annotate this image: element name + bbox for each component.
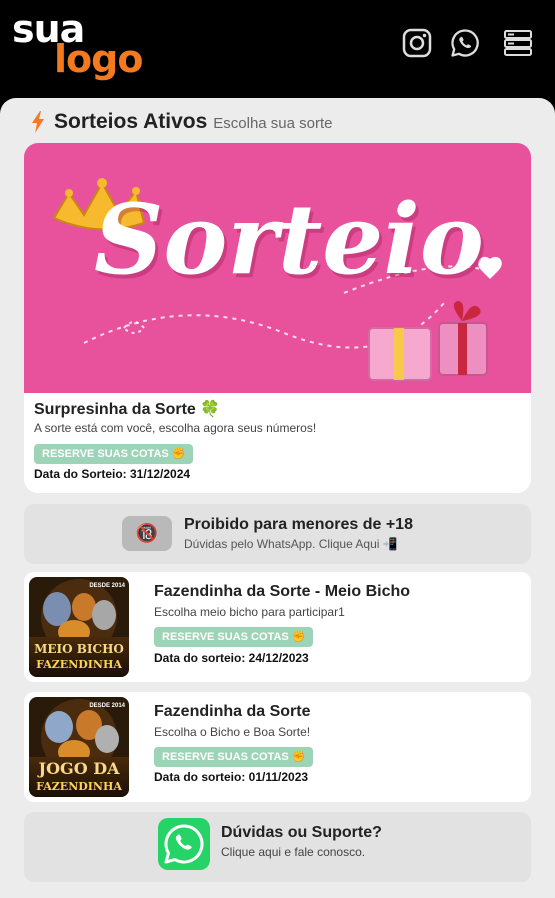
section-header: Sorteios Ativos Escolha sua sorte bbox=[30, 110, 333, 134]
featured-raffle-card[interactable]: Sorteio Surpresinha da Sorte 🍀 A sorte e… bbox=[24, 143, 531, 493]
lightning-icon bbox=[32, 111, 44, 133]
reserve-badge[interactable]: RESERVE SUAS COTAS ✊ bbox=[154, 747, 314, 767]
support-card[interactable]: Dúvidas ou Suporte? Clique aqui e fale c… bbox=[24, 812, 531, 882]
raffle-description: Escolha meio bicho para participar1 bbox=[154, 605, 345, 619]
support-subtitle: Clique aqui e fale conosco. bbox=[221, 845, 366, 859]
top-header: sua logo bbox=[0, 0, 555, 98]
support-title: Dúvidas ou Suporte? bbox=[221, 824, 382, 841]
raffle-date: Data do sorteio: 01/11/2023 bbox=[154, 770, 309, 784]
thumbnail-line-1: JOGO DA bbox=[38, 759, 120, 778]
reserve-badge[interactable]: RESERVE SUAS COTAS ✊ bbox=[154, 627, 314, 647]
featured-description: A sorte está com você, escolha agora seu… bbox=[34, 421, 317, 435]
raffle-thumbnail: DESDE 2014 MEIO BICHO FAZENDINHA bbox=[29, 577, 129, 677]
thumbnail-tag: DESDE 2014 bbox=[89, 583, 125, 589]
whatsapp-icon[interactable] bbox=[450, 28, 480, 58]
no-under-18-icon: 🔞 bbox=[122, 516, 172, 551]
thumbnail-line-2: FAZENDINHA bbox=[36, 658, 122, 671]
banner-title: Sorteio bbox=[94, 183, 484, 296]
age-restriction-notice[interactable]: 🔞 Proibido para menores de +18 Dúvidas p… bbox=[24, 504, 531, 564]
reserve-badge[interactable]: RESERVE SUAS COTAS ✊ bbox=[34, 444, 194, 464]
raffle-title: Fazendinha da Sorte bbox=[154, 703, 311, 720]
thumbnail-tag: DESDE 2014 bbox=[89, 703, 125, 709]
site-logo[interactable]: sua logo bbox=[12, 10, 143, 81]
featured-banner: Sorteio bbox=[24, 143, 531, 393]
whatsapp-icon bbox=[158, 818, 210, 870]
raffle-description: Escolha o Bicho e Boa Sorte! bbox=[154, 725, 311, 739]
notice-subtitle: Dúvidas pelo WhatsApp. Clique Aqui 📲 bbox=[184, 537, 398, 551]
featured-date: Data do Sorteio: 31/12/2024 bbox=[34, 467, 191, 481]
instagram-icon[interactable] bbox=[402, 28, 432, 58]
logo-line-2: logo bbox=[54, 37, 143, 81]
raffle-title: Fazendinha da Sorte - Meio Bicho bbox=[154, 583, 411, 600]
section-subtitle: Escolha sua sorte bbox=[213, 115, 333, 132]
menu-icon[interactable] bbox=[503, 28, 533, 58]
notice-title: Proibido para menores de +18 bbox=[184, 516, 413, 533]
raffle-item[interactable]: DESDE 2014 MEIO BICHO FAZENDINHA Fazendi… bbox=[24, 572, 531, 682]
thumbnail-line-1: MEIO BICHO bbox=[34, 642, 124, 656]
thumbnail-line-2: FAZENDINHA bbox=[36, 780, 122, 793]
raffle-thumbnail: DESDE 2014 JOGO DA FAZENDINHA bbox=[29, 697, 129, 797]
section-title: Sorteios Ativos bbox=[54, 110, 208, 133]
main-content: Sorteios Ativos Escolha sua sorte Sortei… bbox=[0, 98, 555, 898]
raffle-date: Data do sorteio: 24/12/2023 bbox=[154, 651, 309, 665]
featured-title: Surpresinha da Sorte 🍀 bbox=[34, 401, 221, 418]
raffle-item[interactable]: DESDE 2014 JOGO DA FAZENDINHA Fazendinha… bbox=[24, 692, 531, 802]
